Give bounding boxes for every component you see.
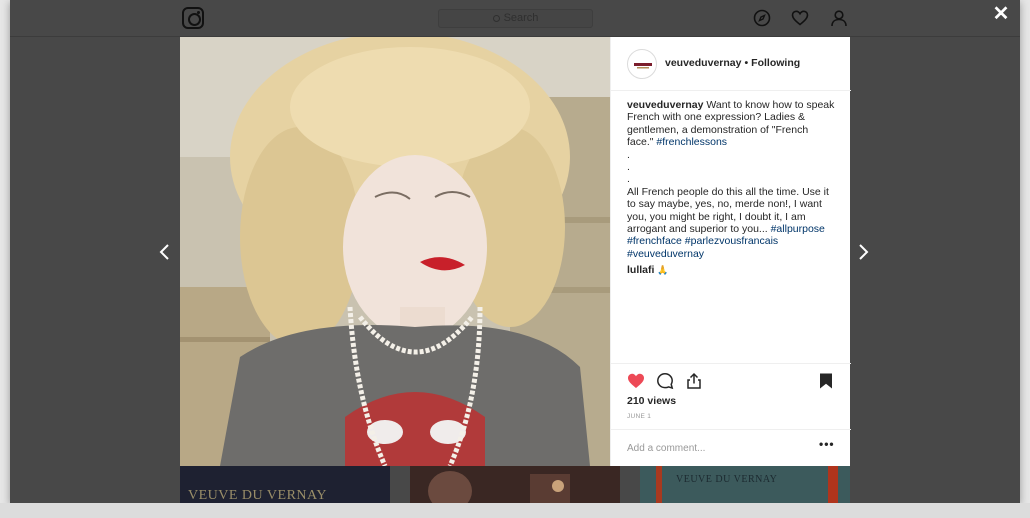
hashtag-link[interactable]: #veuveduvernay <box>627 248 704 260</box>
caption-dot: . <box>627 148 630 161</box>
search-icon <box>492 15 500 22</box>
chevron-right-icon[interactable] <box>856 242 870 262</box>
avatar[interactable] <box>627 49 657 79</box>
caption-dot: . <box>627 161 630 174</box>
caption: veuveduvernay Want to know how to speak … <box>627 99 837 260</box>
hashtag-link[interactable]: #frenchface <box>627 235 682 247</box>
comment-username[interactable]: lullafi <box>627 264 654 276</box>
post-photo[interactable] <box>180 37 610 466</box>
like-button[interactable] <box>627 372 645 390</box>
post-details-panel: veuveduvernay • Following veuveduvernay Wa… <box>610 37 851 466</box>
thumbnail-text: VEUVE DU VERNAY <box>676 474 778 485</box>
action-bar <box>611 363 851 393</box>
hashtag-link[interactable]: #allpurpose <box>771 223 825 235</box>
chevron-left-icon[interactable] <box>158 242 172 262</box>
search-input[interactable]: Search <box>438 9 593 28</box>
brand-logo-icon <box>634 63 652 69</box>
heart-filled-icon <box>628 373 644 388</box>
comment-item: lullafi 🙏 <box>627 264 837 276</box>
hashtag-link[interactable]: #parlezvousfrancais <box>685 235 778 247</box>
heart-icon[interactable] <box>791 9 809 27</box>
hashtag-link[interactable]: #frenchlessons <box>656 136 727 148</box>
person-icon[interactable] <box>830 9 848 27</box>
comment-button[interactable] <box>656 372 674 390</box>
grid-thumbnail[interactable] <box>410 466 620 503</box>
share-button[interactable] <box>685 372 703 390</box>
view-count[interactable]: 210 views <box>627 395 676 407</box>
compass-icon[interactable] <box>753 9 771 27</box>
more-options-button[interactable]: ••• <box>819 438 835 454</box>
thumbnail-image <box>410 466 620 503</box>
post-author: veuveduvernay • Following <box>665 57 800 69</box>
add-comment-section: ••• <box>611 429 851 466</box>
close-button[interactable]: ✕ <box>992 3 1010 25</box>
post-header: veuveduvernay • Following <box>611 37 851 91</box>
top-nav-bar: Search <box>10 0 1020 37</box>
app-window: Search ✕ veuveduvernay • Following veuve… <box>10 0 1020 503</box>
comments-list: veuveduvernay Want to know how to speak … <box>627 99 837 277</box>
instagram-logo-icon[interactable] <box>182 7 204 29</box>
post-image <box>180 37 610 466</box>
post-date: JUNE 1 <box>627 413 652 420</box>
page-bottom-edge <box>0 503 1030 518</box>
grid-thumbnail[interactable]: VEUVE DU VERNAY <box>640 466 850 503</box>
follow-status[interactable]: Following <box>751 57 800 69</box>
author-username[interactable]: veuveduvernay <box>665 57 741 69</box>
separator-dot: • <box>744 57 749 69</box>
close-icon: ✕ <box>992 3 1010 25</box>
add-comment-input[interactable] <box>627 441 802 455</box>
comment-bubble-icon <box>657 373 674 390</box>
save-button[interactable] <box>817 372 835 390</box>
caption-dot: . <box>627 173 630 186</box>
search-placeholder: Search <box>503 12 539 24</box>
thumbnail-text: VEUVE DU VERNAY <box>188 488 327 503</box>
share-icon <box>687 372 701 389</box>
comment-text: 🙏 <box>657 265 669 276</box>
bookmark-icon <box>820 373 832 389</box>
grid-thumbnail[interactable]: VEUVE DU VERNAY <box>180 466 390 503</box>
caption-username[interactable]: veuveduvernay <box>627 99 703 111</box>
